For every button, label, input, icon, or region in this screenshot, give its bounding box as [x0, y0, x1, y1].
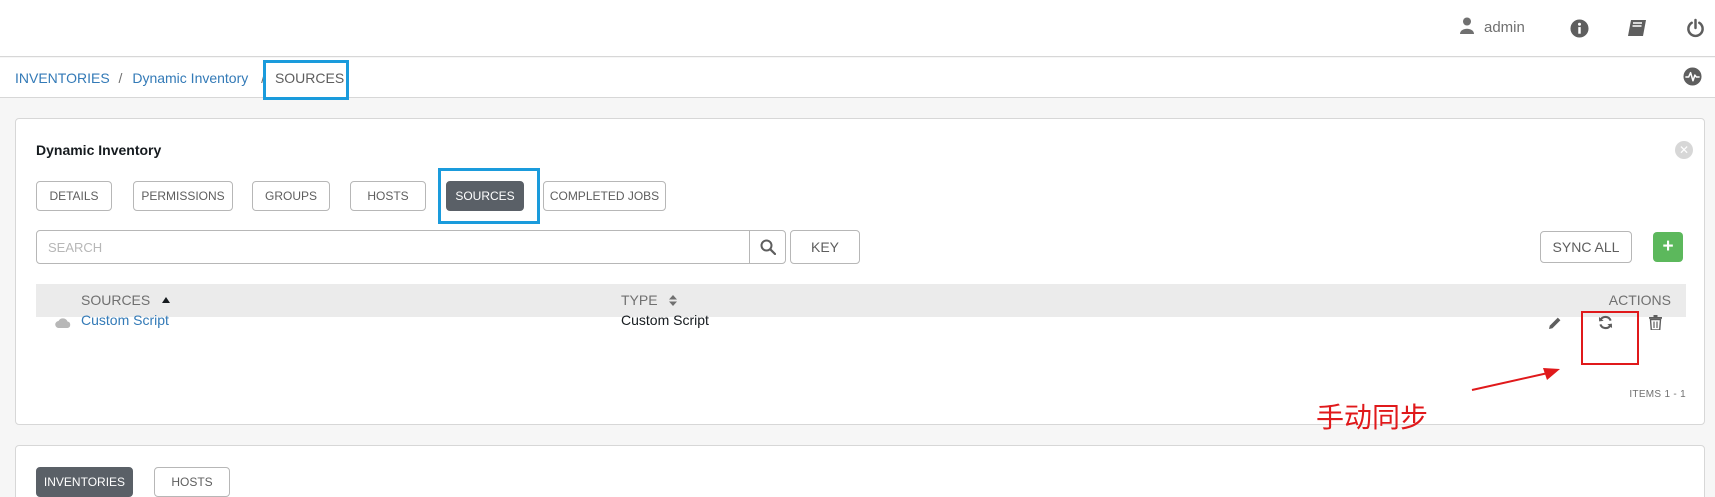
search-input[interactable]: SEARCH: [36, 230, 750, 264]
bottom-panel: INVENTORIES HOSTS: [15, 445, 1705, 497]
source-type: Custom Script: [621, 312, 709, 328]
column-header-type[interactable]: TYPE: [621, 292, 678, 308]
tab-inventories[interactable]: INVENTORIES: [36, 467, 133, 497]
annotation-arrow: [1471, 368, 1560, 391]
close-icon[interactable]: ✕: [1675, 141, 1693, 159]
tab-details[interactable]: DETAILS: [36, 181, 112, 211]
sources-tab-highlight: [438, 168, 540, 224]
book-icon[interactable]: [1626, 17, 1648, 39]
source-name-link[interactable]: Custom Script: [81, 312, 169, 328]
add-source-button[interactable]: +: [1653, 232, 1683, 262]
power-icon[interactable]: [1684, 17, 1706, 39]
info-icon[interactable]: [1568, 17, 1590, 39]
breadcrumb-inventories[interactable]: INVENTORIES: [15, 70, 110, 86]
tab-groups[interactable]: GROUPS: [252, 181, 330, 211]
column-header-actions: ACTIONS: [1608, 292, 1671, 308]
breadcrumb-highlight: [263, 60, 349, 100]
sync-highlight: [1581, 311, 1639, 365]
breadcrumb-dynamic-inventory[interactable]: Dynamic Inventory: [132, 70, 248, 86]
tab-permissions[interactable]: PERMISSIONS: [133, 181, 233, 211]
sort-asc-icon: [162, 297, 171, 303]
user-icon: [1460, 17, 1474, 38]
inventory-panel: Dynamic Inventory ✕ DETAILS PERMISSIONS …: [15, 118, 1705, 425]
search-icon: [760, 239, 776, 255]
edit-icon[interactable]: [1547, 315, 1563, 331]
delete-icon[interactable]: [1647, 314, 1663, 330]
cloud-icon: [55, 315, 71, 331]
panel-title: Dynamic Inventory: [36, 142, 162, 158]
items-count: ITEMS 1 - 1: [1629, 389, 1686, 400]
tab-hosts[interactable]: HOSTS: [350, 181, 426, 211]
activity-stream-icon[interactable]: [1683, 67, 1703, 87]
annotation-text: 手动同步: [1316, 401, 1429, 434]
key-button[interactable]: KEY: [790, 230, 860, 264]
tab-completed-jobs[interactable]: COMPLETED JOBS: [543, 181, 666, 211]
breadcrumb-bar: INVENTORIES / Dynamic Inventory / SOURCE…: [0, 58, 1715, 98]
column-header-sources[interactable]: SOURCES: [81, 292, 171, 308]
top-bar: admin: [0, 0, 1715, 57]
table-header: SOURCES TYPE ACTIONS: [36, 284, 1686, 317]
breadcrumb-separator: /: [118, 70, 123, 86]
user-menu[interactable]: admin: [1460, 17, 1525, 38]
sync-all-button[interactable]: SYNC ALL: [1540, 231, 1632, 263]
sort-icon: [669, 295, 678, 306]
tab-bottom-hosts[interactable]: HOSTS: [154, 467, 230, 497]
user-name[interactable]: admin: [1484, 19, 1525, 36]
search-button[interactable]: [749, 230, 786, 264]
